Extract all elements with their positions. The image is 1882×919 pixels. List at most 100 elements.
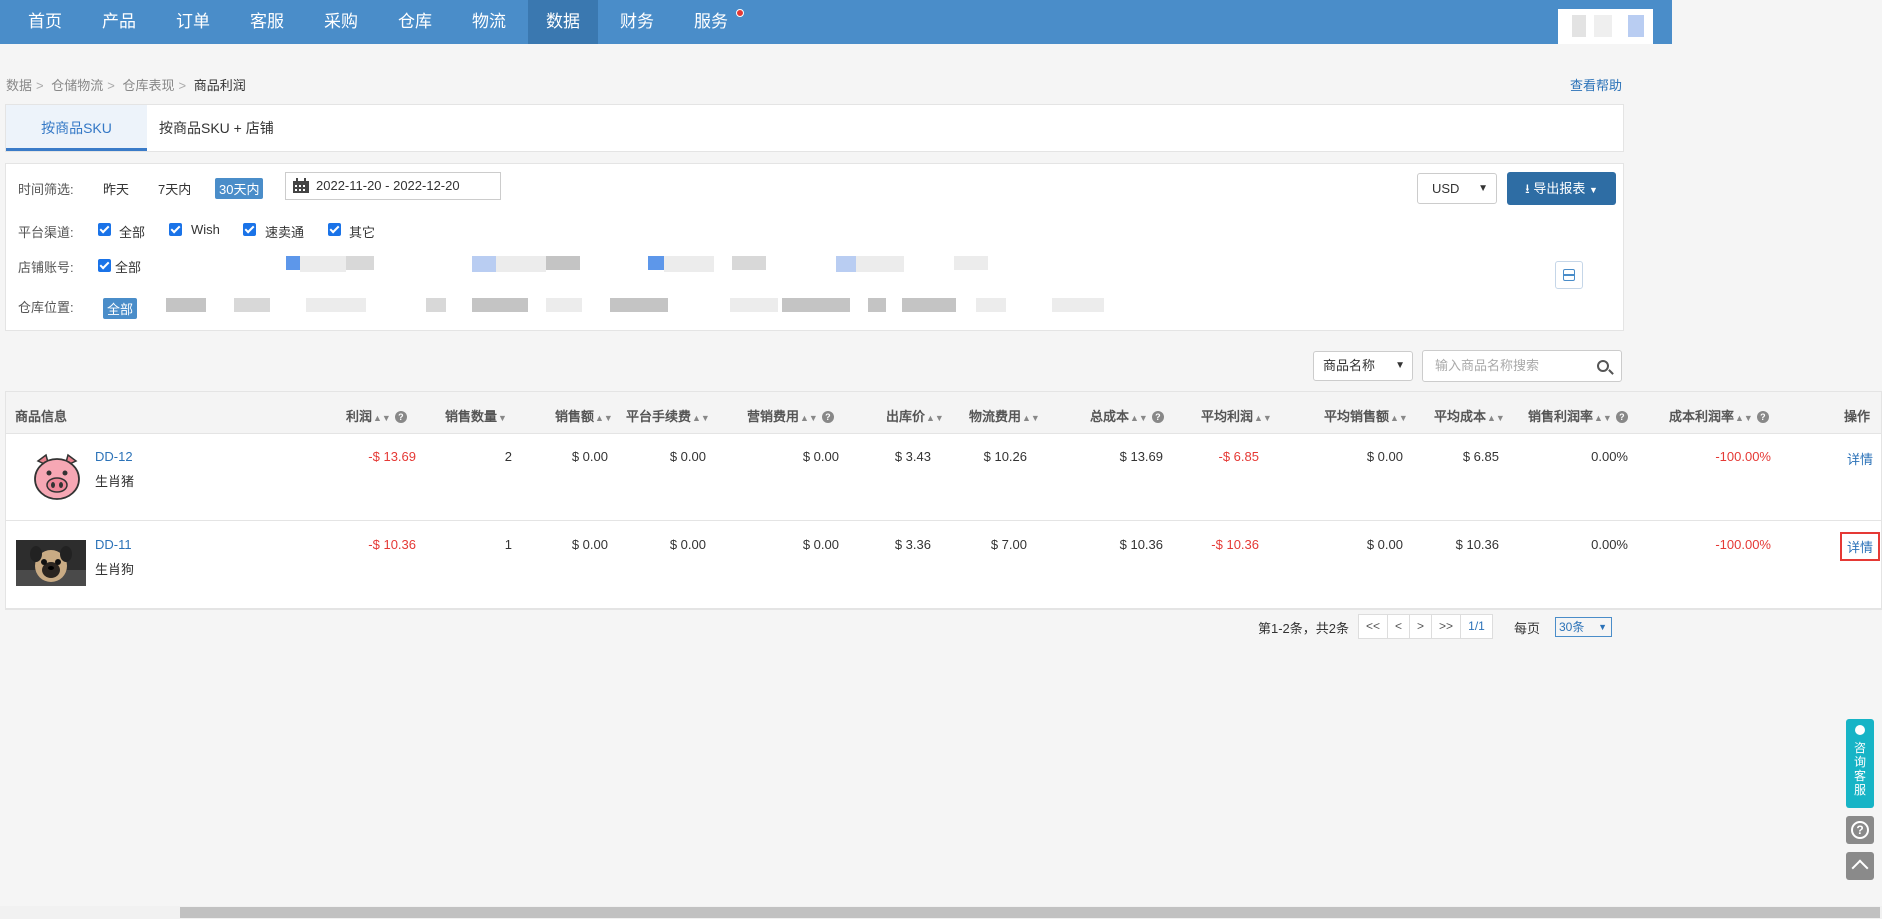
currency-value: USD [1432, 181, 1460, 196]
redacted-warehouse[interactable] [546, 298, 582, 312]
detail-link[interactable]: 详情 [1847, 449, 1873, 468]
page-first-button[interactable]: << [1358, 614, 1388, 639]
redacted-warehouse[interactable] [472, 298, 528, 312]
redacted-warehouse[interactable] [234, 298, 270, 312]
consult-service-button[interactable]: 咨询客服 [1846, 719, 1874, 808]
scrollbar-thumb[interactable] [180, 907, 1880, 918]
product-name: 生肖猪 [95, 474, 135, 489]
col-platform-fee[interactable]: 平台手续费▲▼ [626, 406, 710, 425]
redacted-warehouse[interactable] [730, 298, 778, 312]
col-total-cost[interactable]: 总成本▲▼? [1090, 406, 1164, 425]
col-sales-qty[interactable]: 销售数量▼ [445, 406, 507, 425]
col-marketing[interactable]: 营销费用▲▼? [747, 406, 834, 425]
redacted-warehouse[interactable] [610, 298, 668, 312]
nav-item-services[interactable]: 服务 [676, 0, 746, 44]
cell-cost-margin: -100.00% [1715, 537, 1771, 552]
col-profit[interactable]: 利润▲▼? [346, 406, 407, 425]
nav-item-service[interactable]: 客服 [232, 0, 302, 44]
product-sku-link[interactable]: DD-11 [95, 537, 132, 552]
col-total-cost-label: 总成本 [1090, 409, 1130, 424]
search-field-select[interactable]: 商品名称 ▼ [1313, 351, 1413, 381]
nav-item-warehouse[interactable]: 仓库 [380, 0, 450, 44]
col-sales-amount[interactable]: 销售额▲▼ [555, 406, 613, 425]
search-icon[interactable] [1597, 360, 1609, 372]
col-platform-fee-label: 平台手续费 [626, 409, 692, 424]
redacted-warehouse[interactable] [868, 298, 886, 312]
redacted-store[interactable] [472, 256, 496, 272]
nav-item-finance[interactable]: 财务 [602, 0, 672, 44]
redacted-store[interactable] [648, 256, 664, 270]
time-option-yesterday[interactable]: 昨天 [103, 179, 129, 198]
redacted-warehouse[interactable] [976, 298, 1006, 312]
col-avg-cost-label: 平均成本 [1434, 409, 1487, 424]
per-page-select[interactable]: 30条 ▼ [1555, 617, 1612, 637]
profit-table: 商品信息 利润▲▼? 销售数量▼ 销售额▲▼ 平台手续费▲▼ 营销费用▲▼? 出… [5, 391, 1882, 639]
col-sales-margin[interactable]: 销售利润率▲▼? [1528, 406, 1628, 425]
col-avg-profit[interactable]: 平均利润▲▼ [1201, 406, 1272, 425]
product-sku-link[interactable]: DD-12 [95, 449, 133, 464]
product-thumbnail-dog[interactable] [16, 540, 86, 586]
collapse-filter-button[interactable] [1555, 261, 1583, 289]
breadcrumb-item[interactable]: 仓储物流 [51, 78, 103, 93]
col-avg-sales[interactable]: 平均销售额▲▼ [1324, 406, 1408, 425]
redacted-warehouse[interactable] [426, 298, 446, 312]
nav-item-order[interactable]: 订单 [158, 0, 228, 44]
redacted-block [664, 256, 714, 272]
breadcrumb-item[interactable]: 仓库表现 [122, 78, 174, 93]
nav-item-home[interactable]: 首页 [10, 0, 80, 44]
breadcrumb-item[interactable]: 数据 [6, 78, 32, 93]
platform-all-checkbox[interactable] [98, 223, 111, 236]
cell-sales-qty: 1 [504, 537, 512, 552]
help-button[interactable]: ? [1846, 816, 1874, 844]
col-logistics[interactable]: 物流费用▲▼ [969, 406, 1040, 425]
table-row: DD-12 生肖猪 -$ 13.69 2 $ 0.00 $ 0.00 $ 0.0… [6, 434, 1881, 521]
detail-link[interactable]: 详情 [1840, 532, 1881, 561]
time-option-30days[interactable]: 30天内 [215, 178, 264, 199]
time-filter-label: 时间筛选: [18, 182, 74, 197]
page-prev-button[interactable]: < [1387, 614, 1410, 639]
tab-by-sku-store[interactable]: 按商品SKU + 店铺 [159, 105, 274, 151]
redacted-store[interactable] [836, 256, 856, 272]
col-outbound-price[interactable]: 出库价▲▼ [886, 406, 944, 425]
redacted-warehouse[interactable] [1052, 298, 1104, 312]
platform-aliexpress-checkbox[interactable] [243, 223, 256, 236]
page-last-button[interactable]: >> [1431, 614, 1461, 639]
redacted-warehouse[interactable] [782, 298, 850, 312]
back-to-top-button[interactable] [1846, 852, 1874, 880]
col-avg-cost[interactable]: 平均成本▲▼ [1434, 406, 1505, 425]
sort-icon: ▲▼ [373, 413, 391, 423]
redacted-warehouse[interactable] [902, 298, 956, 312]
page-next-button[interactable]: > [1409, 614, 1432, 639]
warehouse-all-option[interactable]: 全部 [103, 298, 138, 319]
redacted-warehouse[interactable] [306, 298, 366, 312]
nav-item-product[interactable]: 产品 [84, 0, 154, 44]
user-avatar[interactable] [1558, 9, 1653, 44]
sort-icon: ▲▼ [1487, 413, 1505, 423]
nav-item-logistics[interactable]: 物流 [454, 0, 524, 44]
product-thumbnail-pig[interactable] [28, 449, 86, 507]
tab-by-sku[interactable]: 按商品SKU [6, 105, 147, 151]
breadcrumb-current: 商品利润 [193, 78, 246, 93]
cell-sales-margin: 0.00% [1591, 449, 1628, 464]
sort-icon: ▲▼ [595, 413, 613, 423]
sort-icon: ▲▼ [692, 413, 710, 423]
question-icon: ? [821, 411, 834, 423]
search-input[interactable]: 输入商品名称搜索 [1422, 350, 1622, 382]
col-cost-margin-label: 成本利润率 [1669, 409, 1735, 424]
help-link[interactable]: 查看帮助 [1570, 75, 1622, 94]
platform-other-checkbox[interactable] [328, 223, 341, 236]
platform-wish-checkbox[interactable] [169, 223, 182, 236]
redacted-warehouse[interactable] [166, 298, 206, 312]
time-option-7days[interactable]: 7天内 [158, 179, 191, 198]
col-cost-margin[interactable]: 成本利润率▲▼? [1669, 406, 1769, 425]
redacted-block [1572, 15, 1586, 37]
nav-item-data[interactable]: 数据 [528, 0, 598, 44]
export-report-button[interactable]: ⭳ 导出报表 ▼ [1507, 172, 1616, 205]
currency-select[interactable]: USD ▼ [1417, 173, 1497, 204]
cell-sales-amount: $ 0.00 [571, 449, 608, 464]
store-all-checkbox[interactable] [98, 259, 111, 272]
sort-icon: ▲▼ [1390, 413, 1408, 423]
date-range-input[interactable]: 2022-11-20 - 2022-12-20 [285, 172, 501, 200]
redacted-store[interactable] [286, 256, 300, 270]
nav-item-purchase[interactable]: 采购 [306, 0, 376, 44]
